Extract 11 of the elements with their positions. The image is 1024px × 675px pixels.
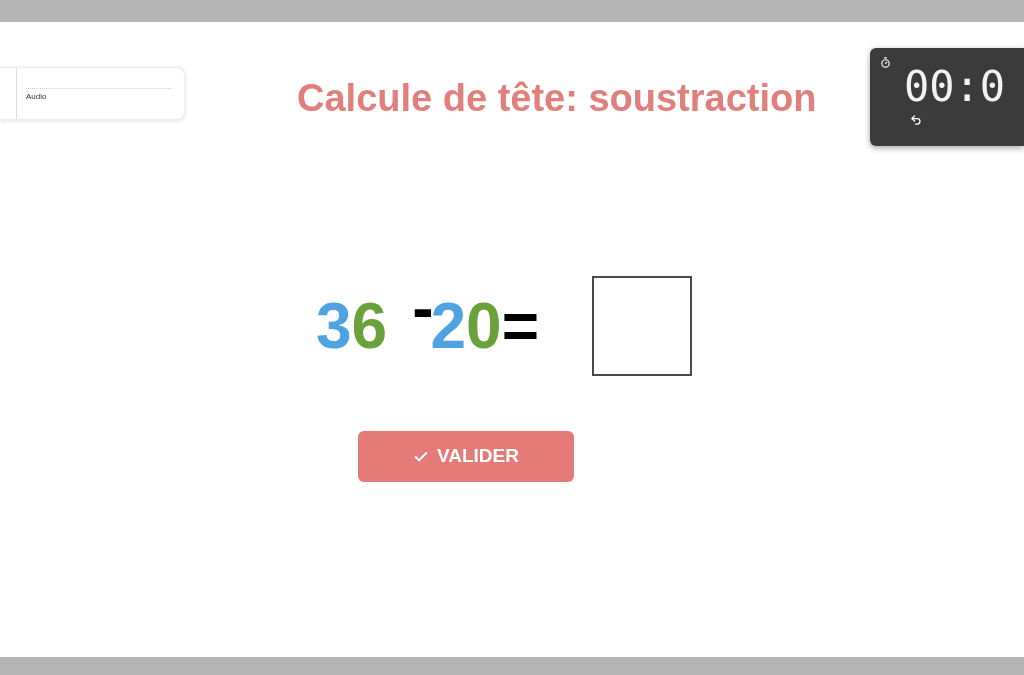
page-title: Calcule de tête: soustraction bbox=[297, 76, 817, 120]
digit: 6 bbox=[351, 294, 388, 358]
validate-button[interactable]: VALIDER bbox=[358, 431, 574, 482]
digit: 3 bbox=[316, 294, 352, 358]
stopwatch-icon[interactable] bbox=[880, 57, 891, 68]
timer-display: 00:0 bbox=[904, 64, 1006, 110]
audio-label: Audio bbox=[26, 92, 48, 102]
digit: 0 bbox=[466, 294, 502, 358]
undo-icon[interactable] bbox=[910, 114, 922, 126]
equals-sign: = bbox=[501, 294, 540, 358]
answer-box[interactable] bbox=[592, 276, 693, 376]
